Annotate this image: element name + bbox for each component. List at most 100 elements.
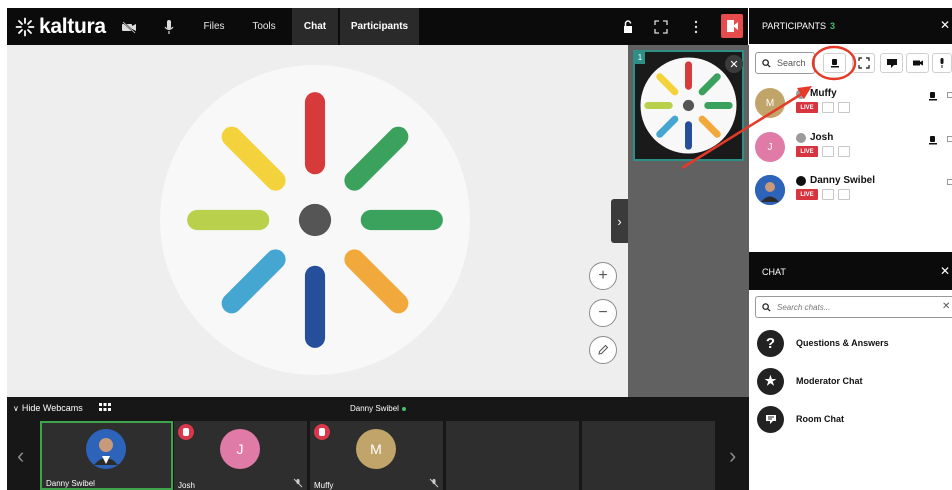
- grid-view-icon[interactable]: [99, 403, 111, 412]
- mic-muted-icon: [429, 478, 439, 488]
- chat-item-moderator[interactable]: ★ Moderator Chat: [757, 366, 952, 396]
- lower-all-hands-button[interactable]: [823, 53, 846, 73]
- person-photo-icon: [86, 429, 126, 469]
- files-menu[interactable]: Files: [195, 8, 233, 45]
- hand-icon: [830, 59, 839, 68]
- fullscreen-icon[interactable]: [652, 18, 670, 36]
- person-photo-icon: [755, 175, 785, 205]
- row-menu-icon[interactable]: [947, 92, 952, 98]
- spinner-center: [682, 99, 695, 112]
- message-all-button[interactable]: [880, 53, 903, 73]
- collapse-sidebar-button[interactable]: ›: [611, 199, 628, 243]
- avatar-initial: M: [765, 97, 775, 109]
- mic-toggle-button[interactable]: [838, 102, 850, 113]
- mute-all-button[interactable]: [932, 53, 952, 73]
- microphone-icon: [940, 58, 944, 68]
- webcam-tile[interactable]: J Josh: [174, 421, 307, 490]
- chat-search-input[interactable]: Search chats... ✕: [755, 296, 952, 318]
- participants-search-input[interactable]: Search: [755, 52, 815, 74]
- live-badge: LIVE: [796, 189, 818, 200]
- participant-name: Danny Swibel: [796, 175, 875, 186]
- chat-item-label: Questions & Answers: [796, 338, 889, 348]
- exit-icon: [727, 20, 738, 32]
- more-options-icon[interactable]: [687, 18, 705, 36]
- spinner-spoke: [221, 126, 286, 191]
- webcams-next-button[interactable]: ›: [729, 443, 736, 469]
- mic-toggle-button[interactable]: [838, 146, 850, 157]
- raised-hand-badge: [178, 424, 194, 440]
- camera-toggle-button[interactable]: [822, 189, 834, 200]
- chat-title: CHAT: [762, 267, 786, 277]
- chat-tab-label: Chat: [303, 21, 327, 32]
- search-icon: [762, 302, 771, 312]
- draw-tool-button[interactable]: [589, 336, 617, 364]
- chat-search-placeholder: Search chats...: [777, 302, 831, 312]
- camera-all-button[interactable]: [906, 53, 929, 73]
- clear-search-icon[interactable]: ✕: [942, 301, 950, 312]
- tab-chat[interactable]: Chat: [292, 8, 338, 45]
- webcam-tile-empty: [582, 421, 715, 490]
- presentation-thumbnail[interactable]: 1 ✕: [633, 50, 744, 161]
- camera-toggle-button[interactable]: [822, 102, 834, 113]
- participant-row[interactable]: Danny Swibel LIVE: [755, 175, 952, 211]
- fullscreen-all-button[interactable]: [852, 53, 875, 73]
- participant-name: Muffy: [796, 88, 837, 99]
- leave-room-button[interactable]: [721, 14, 743, 38]
- microphone-icon[interactable]: [160, 18, 178, 36]
- hand-icon: [319, 428, 325, 436]
- webcam-tile[interactable]: Danny Swibel: [40, 421, 173, 490]
- kaltura-loading-spinner: [160, 65, 470, 375]
- participants-search-placeholder: Search: [777, 58, 806, 68]
- question-icon: ?: [757, 329, 784, 357]
- close-chat-button[interactable]: ✕: [940, 264, 950, 278]
- kaltura-logo: kaltura: [15, 15, 106, 39]
- speaking-indicator: [401, 406, 406, 411]
- tab-participants[interactable]: Participants: [340, 8, 419, 45]
- status-icon: [796, 88, 806, 99]
- row-menu-icon[interactable]: [947, 136, 952, 142]
- active-speaker-name: Danny Swibel: [350, 404, 399, 413]
- row-menu-icon[interactable]: [947, 179, 952, 185]
- webcams-prev-button[interactable]: ‹: [17, 443, 24, 469]
- participant-name-text: Danny Swibel: [810, 175, 876, 186]
- presentation-stage: [7, 45, 628, 397]
- message-glyph-icon: [765, 415, 776, 424]
- participant-row[interactable]: J Josh LIVE: [755, 132, 952, 168]
- participant-name: Josh: [796, 132, 833, 143]
- avatar-initial: M: [370, 441, 382, 457]
- star-icon: ★: [757, 367, 784, 395]
- close-thumbnail-button[interactable]: ✕: [725, 55, 743, 73]
- pencil-icon: [598, 344, 609, 355]
- camera-icon: [912, 60, 923, 66]
- plus-icon: +: [598, 267, 608, 284]
- hide-webcams-toggle[interactable]: ∨ Hide Webcams: [13, 403, 83, 413]
- tools-menu[interactable]: Tools: [245, 8, 283, 45]
- participants-title-text: PARTICIPANTS: [762, 21, 827, 31]
- camera-toggle-button[interactable]: [822, 146, 834, 157]
- hand-icon[interactable]: [927, 90, 939, 102]
- webcam-tile-empty: [446, 421, 579, 490]
- chat-header: CHAT ✕: [749, 252, 952, 290]
- hand-icon[interactable]: [927, 134, 939, 146]
- lock-icon[interactable]: [619, 18, 637, 36]
- avatar: [755, 175, 785, 205]
- raised-hand-badge: [314, 424, 330, 440]
- webcam-name: Muffy: [314, 481, 334, 490]
- camera-off-icon[interactable]: [120, 18, 138, 36]
- participant-name-text: Muffy: [810, 88, 837, 99]
- mic-toggle-button[interactable]: [838, 189, 850, 200]
- webcam-tile[interactable]: M Muffy: [310, 421, 443, 490]
- hand-icon: [183, 428, 189, 436]
- avatar: J: [755, 132, 785, 162]
- zoom-out-button[interactable]: −: [589, 299, 617, 327]
- participants-count: 3: [830, 21, 836, 31]
- fullscreen-icon: [857, 57, 870, 69]
- chat-item-room[interactable]: Room Chat: [757, 404, 952, 434]
- chat-item-questions[interactable]: ? Questions & Answers: [757, 328, 952, 358]
- close-participants-button[interactable]: ✕: [940, 18, 950, 32]
- thumbnail-number: 1: [635, 52, 645, 64]
- zoom-in-button[interactable]: +: [589, 262, 617, 290]
- avatar: [86, 429, 126, 469]
- participant-row[interactable]: M Muffy LIVE: [755, 88, 952, 124]
- hide-webcams-label: Hide Webcams: [21, 403, 83, 413]
